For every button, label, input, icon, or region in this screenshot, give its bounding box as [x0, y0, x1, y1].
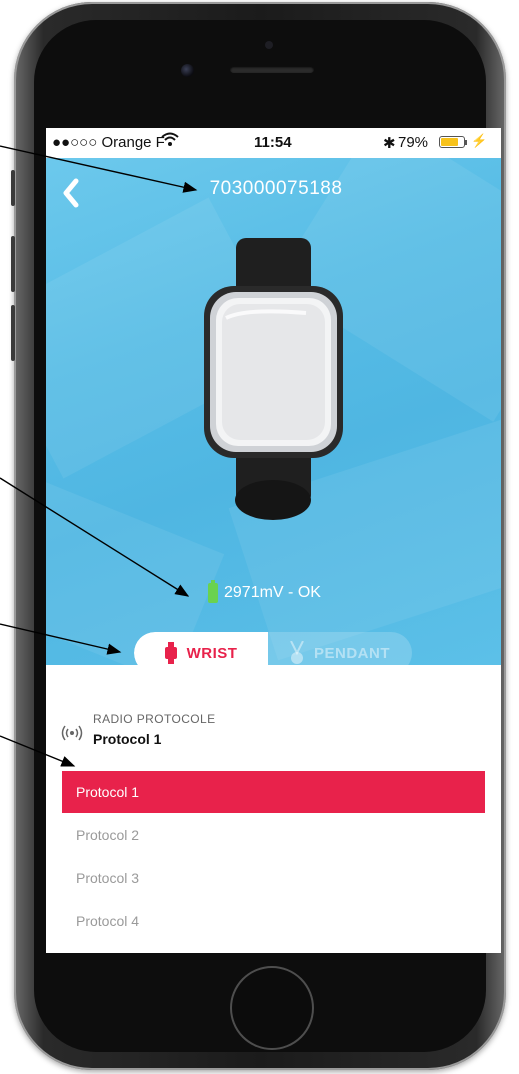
- selected-protocol-value: Protocol 1: [93, 731, 162, 747]
- protocol-option-2[interactable]: Protocol 2: [62, 814, 485, 856]
- radio-signal-icon: [59, 723, 85, 743]
- wrist-label: WRIST: [186, 644, 238, 662]
- wristband-device-image: [186, 238, 361, 528]
- bluetooth-icon: ✱: [383, 135, 396, 152]
- protocol-option-3[interactable]: Protocol 3: [62, 857, 485, 899]
- battery-status: 2971mV - OK: [208, 580, 321, 603]
- protocol-option-1[interactable]: Protocol 1: [62, 771, 485, 813]
- home-button[interactable]: [230, 966, 314, 1050]
- front-camera: [181, 64, 194, 77]
- proximity-sensor: [265, 41, 273, 49]
- carrier-text: ●●○○○ Orange F: [52, 134, 165, 151]
- status-bar: ●●○○○ Orange F 11:54 ✱ 79% ⚡: [46, 128, 501, 158]
- device-header-panel: 703000075188 2971mV - OK WRIST PENDANT: [46, 128, 501, 665]
- battery-percent: 79%: [398, 134, 429, 151]
- volume-button: [11, 170, 15, 206]
- battery-nub: [465, 140, 467, 145]
- status-battery-icon: [439, 136, 465, 148]
- device-id-title: 703000075188: [209, 178, 343, 199]
- watch-icon: [164, 642, 177, 664]
- charging-bolt-icon: ⚡: [471, 133, 488, 148]
- mode-toggle: WRIST PENDANT: [134, 632, 412, 665]
- earpiece-speaker: [230, 66, 314, 73]
- volume-down-button: [11, 305, 15, 361]
- wrist-option[interactable]: WRIST: [134, 632, 268, 665]
- app-screen: 703000075188 2971mV - OK WRIST PENDANT ●…: [46, 128, 501, 953]
- wifi-icon: [161, 132, 179, 150]
- protocol-option-4[interactable]: Protocol 4: [62, 900, 485, 942]
- battery-voltage-text: 2971mV - OK: [224, 584, 321, 601]
- section-label: RADIO PROTOCOLE: [93, 712, 216, 726]
- battery-icon: [208, 580, 218, 603]
- chevron-left-icon[interactable]: [62, 178, 80, 208]
- radio-protocol-panel: RADIO PROTOCOLE Protocol 1 Protocol 1 Pr…: [46, 665, 501, 953]
- clock: 11:54: [254, 134, 292, 151]
- volume-up-button: [11, 236, 15, 292]
- pendant-option[interactable]: PENDANT: [268, 632, 412, 665]
- status-battery-fill: [441, 138, 459, 146]
- pendant-label: PENDANT: [313, 644, 390, 662]
- pendant-icon: [290, 641, 304, 664]
